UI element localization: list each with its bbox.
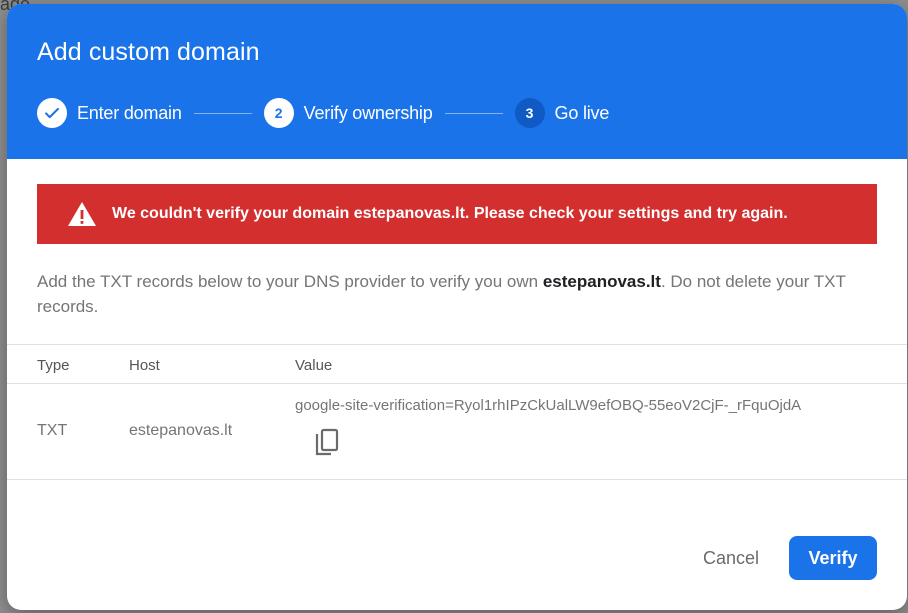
step-number: 2 — [263, 98, 294, 128]
step-number: 3 — [514, 98, 545, 128]
error-alert: We couldn't verify your domain estepanov… — [37, 184, 877, 244]
step-go-live: 3 Go live — [514, 98, 610, 128]
record-value[interactable]: google-site-verification=Ryol1rhIPzCkUal… — [295, 397, 801, 414]
step-enter-domain: Enter domain — [37, 98, 182, 128]
table-row: TXT estepanovas.lt google-site-verificat… — [7, 384, 907, 480]
warning-icon — [67, 201, 97, 227]
dialog-header: Add custom domain Enter domain 2 Verify … — [7, 4, 907, 159]
cancel-button[interactable]: Cancel — [689, 538, 773, 579]
step-connector — [444, 112, 503, 114]
stepper: Enter domain 2 Verify ownership 3 Go liv… — [37, 97, 609, 129]
step-verify-ownership: 2 Verify ownership — [263, 98, 433, 128]
record-host: estepanovas.lt — [129, 422, 233, 439]
column-header-host: Host — [129, 357, 160, 374]
verify-button[interactable]: Verify — [789, 536, 877, 580]
add-custom-domain-dialog: Add custom domain Enter domain 2 Verify … — [7, 4, 907, 610]
domain-name: estepanovas.lt — [542, 272, 661, 291]
step-label: Verify ownership — [303, 102, 433, 123]
instructions-prefix: Add the TXT records below to your DNS pr… — [37, 272, 543, 291]
column-header-type: Type — [37, 357, 70, 374]
step-done-check-icon — [37, 98, 67, 128]
step-label: Enter domain — [77, 102, 182, 123]
dialog-actions: Cancel Verify — [689, 536, 877, 580]
step-label: Go live — [554, 102, 610, 123]
record-type: TXT — [37, 422, 68, 439]
dialog-title: Add custom domain — [37, 38, 260, 66]
error-message: We couldn't verify your domain estepanov… — [112, 205, 788, 222]
table-header: Type Host Value — [7, 345, 907, 384]
copy-icon[interactable] — [311, 426, 343, 460]
instructions-text: Add the TXT records below to your DNS pr… — [37, 269, 877, 319]
step-connector — [193, 112, 252, 114]
dns-records-table: Type Host Value TXT estepanovas.lt googl… — [7, 344, 907, 480]
column-header-value: Value — [295, 357, 333, 374]
